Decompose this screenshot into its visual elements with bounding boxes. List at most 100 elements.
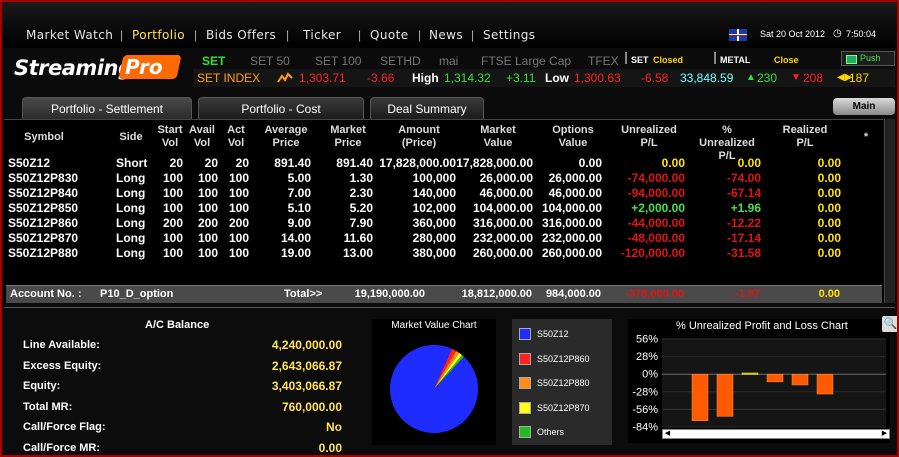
bar-s50z12p880[interactable] [816, 373, 834, 395]
push-button[interactable]: Push [841, 51, 895, 66]
index-label: SET INDEX [197, 71, 261, 85]
cell-symbol: S50Z12P860 [8, 216, 79, 230]
market-tab-sethd[interactable]: SETHD [380, 54, 421, 68]
tab-portfolio-cost[interactable]: Portfolio - Cost [198, 97, 364, 120]
index-high: 1,314.32 [444, 71, 491, 85]
cell-start: 20 [169, 156, 183, 170]
balance-label: Equity: [23, 380, 61, 392]
column-header[interactable]: Amount (Price) [389, 124, 449, 150]
streaming-pro-logo: Streaming Pro [14, 54, 182, 80]
column-header[interactable]: Unrealized P/L [619, 124, 679, 150]
cell-symbol: S50Z12P880 [8, 246, 79, 260]
market-tab-tfex[interactable]: TFEX [588, 54, 619, 68]
y-tick-label: 0% [642, 369, 658, 381]
cell-value: 26,000.00 [479, 171, 533, 185]
menu-quote[interactable]: Quote [370, 28, 408, 42]
date-display: Sat 20 Oct 2012 [760, 29, 826, 39]
index-high-change: +3.11 [506, 71, 536, 85]
status-divider [714, 52, 716, 64]
column-header-text: Amount [398, 124, 440, 136]
cell-rpl: 0.00 [817, 231, 841, 245]
cell-options: 316,000.00 [541, 216, 602, 230]
main-button[interactable]: Main [833, 98, 895, 115]
table-row[interactable]: S50Z12P870 Long 100 100 100 14.00 11.60 280,000… [4, 231, 883, 246]
cell-mkt: 5.20 [349, 201, 373, 215]
menu-ticker[interactable]: Ticker [303, 28, 341, 42]
balance-label: Line Available: [23, 339, 100, 351]
menu-settings[interactable]: Settings [483, 28, 535, 42]
market-tab-mai[interactable]: mai [439, 54, 458, 68]
table-scrollbar[interactable] [884, 119, 895, 303]
balance-title: A/C Balance [145, 319, 210, 331]
cell-amount: 140,000 [412, 186, 456, 200]
cell-start: 100 [162, 186, 183, 200]
bar-s50z12p830[interactable] [691, 373, 709, 421]
column-header[interactable]: Market Price [318, 124, 378, 150]
cell-mkt: 1.30 [349, 171, 373, 185]
cell-act: 100 [228, 246, 249, 260]
cell-options: 0.00 [578, 156, 602, 170]
cell-rpl: 0.00 [817, 201, 841, 215]
bar-s50z12p840[interactable] [716, 373, 734, 417]
menu-bar: Market Watch | Portfolio | Bids Offers |… [2, 2, 897, 48]
market-tab-set100[interactable]: SET 100 [315, 54, 361, 68]
menu-portfolio[interactable]: Portfolio [132, 28, 185, 42]
menu-separator: | [471, 28, 475, 42]
cell-avail: 100 [197, 201, 218, 215]
total-unrealized-pl: -378,000.00 [625, 288, 684, 300]
cell-avail: 100 [197, 186, 218, 200]
column-header[interactable]: Average Price [256, 124, 316, 150]
balance-value: 0.00 [318, 440, 342, 455]
chart-scrollbar[interactable]: ◀ ▶ [662, 429, 890, 439]
cell-amount: 17,828,000.00 [379, 156, 456, 170]
market-tab-set[interactable]: SET [202, 54, 225, 68]
column-header-text: Price [334, 137, 362, 149]
table-row[interactable]: S50Z12P830 Long 100 100 100 5.00 1.30 100,000 26… [4, 171, 883, 186]
column-header[interactable]: Symbol [14, 131, 74, 144]
cell-avail: 100 [197, 231, 218, 245]
scroll-left-icon[interactable]: ◀ [663, 430, 672, 438]
market-tab-ftse[interactable]: FTSE Large Cap [481, 54, 571, 68]
cell-upl: -94,000.00 [627, 186, 685, 200]
table-row[interactable]: S50Z12P860 Long 200 200 200 9.00 7.90 360,000 31… [4, 216, 883, 231]
scroll-right-icon[interactable]: ▶ [880, 430, 889, 438]
cell-avg: 14.00 [280, 231, 311, 245]
balance-value: 2,643,066.87 [271, 358, 342, 373]
tab-deal-summary[interactable]: Deal Summary [370, 97, 484, 120]
cell-amount: 100,000 [412, 171, 456, 185]
column-header[interactable]: Realized P/L [775, 124, 835, 150]
menu-bids-offers[interactable]: Bids Offers [206, 28, 276, 42]
table-row[interactable]: S50Z12P880 Long 100 100 100 19.00 13.00 380,000… [4, 246, 883, 261]
index-bar: SET INDEX 1,303.71 -3.66 High 1,314.32 +… [193, 69, 895, 87]
bar-s50z12p870[interactable] [791, 373, 809, 386]
declining-count: 208 [803, 71, 824, 85]
cell-rpl: 0.00 [817, 156, 841, 170]
table-row[interactable]: S50Z12P840 Long 100 100 100 7.00 2.30 140,000 46… [4, 186, 883, 201]
legend-label: S50Z12P880 [537, 378, 590, 388]
bar-s50z12p850[interactable] [741, 372, 759, 375]
menu-market-watch[interactable]: Market Watch [26, 28, 113, 42]
cell-amount: 280,000 [412, 231, 456, 245]
cell-upl: 0.00 [661, 156, 685, 170]
column-header[interactable]: Market Value [468, 124, 528, 150]
pie-chart [390, 345, 478, 433]
market-tab-set50[interactable]: SET 50 [250, 54, 290, 68]
cell-mkt: 11.60 [343, 231, 373, 245]
column-header-text: Unrealized [621, 124, 677, 136]
magnifier-icon[interactable]: 🔍 [882, 316, 897, 332]
index-low-change: -6.58 [641, 71, 669, 85]
cell-side: Short [116, 156, 148, 170]
table-row[interactable]: S50Z12P850 Long 100 100 100 5.10 5.20 102,000 10… [4, 201, 883, 216]
bar-s50z12p860[interactable] [766, 373, 784, 383]
cell-avail: 100 [197, 171, 218, 185]
table-row[interactable]: S50Z12 Short 20 20 20 891.40 891.40 17,828,000.… [4, 156, 883, 171]
push-label: Push [860, 53, 881, 63]
tab-portfolio-settlement[interactable]: Portfolio - Settlement [22, 97, 192, 120]
column-header[interactable]: Options Value [543, 124, 603, 150]
column-header-text: Price [272, 137, 300, 149]
uk-flag-icon[interactable] [729, 29, 747, 41]
cell-avail: 100 [197, 246, 218, 260]
column-header-text: % Unrealized [699, 124, 755, 149]
index-volume: 33,848.59 [680, 71, 734, 85]
menu-news[interactable]: News [429, 28, 463, 42]
